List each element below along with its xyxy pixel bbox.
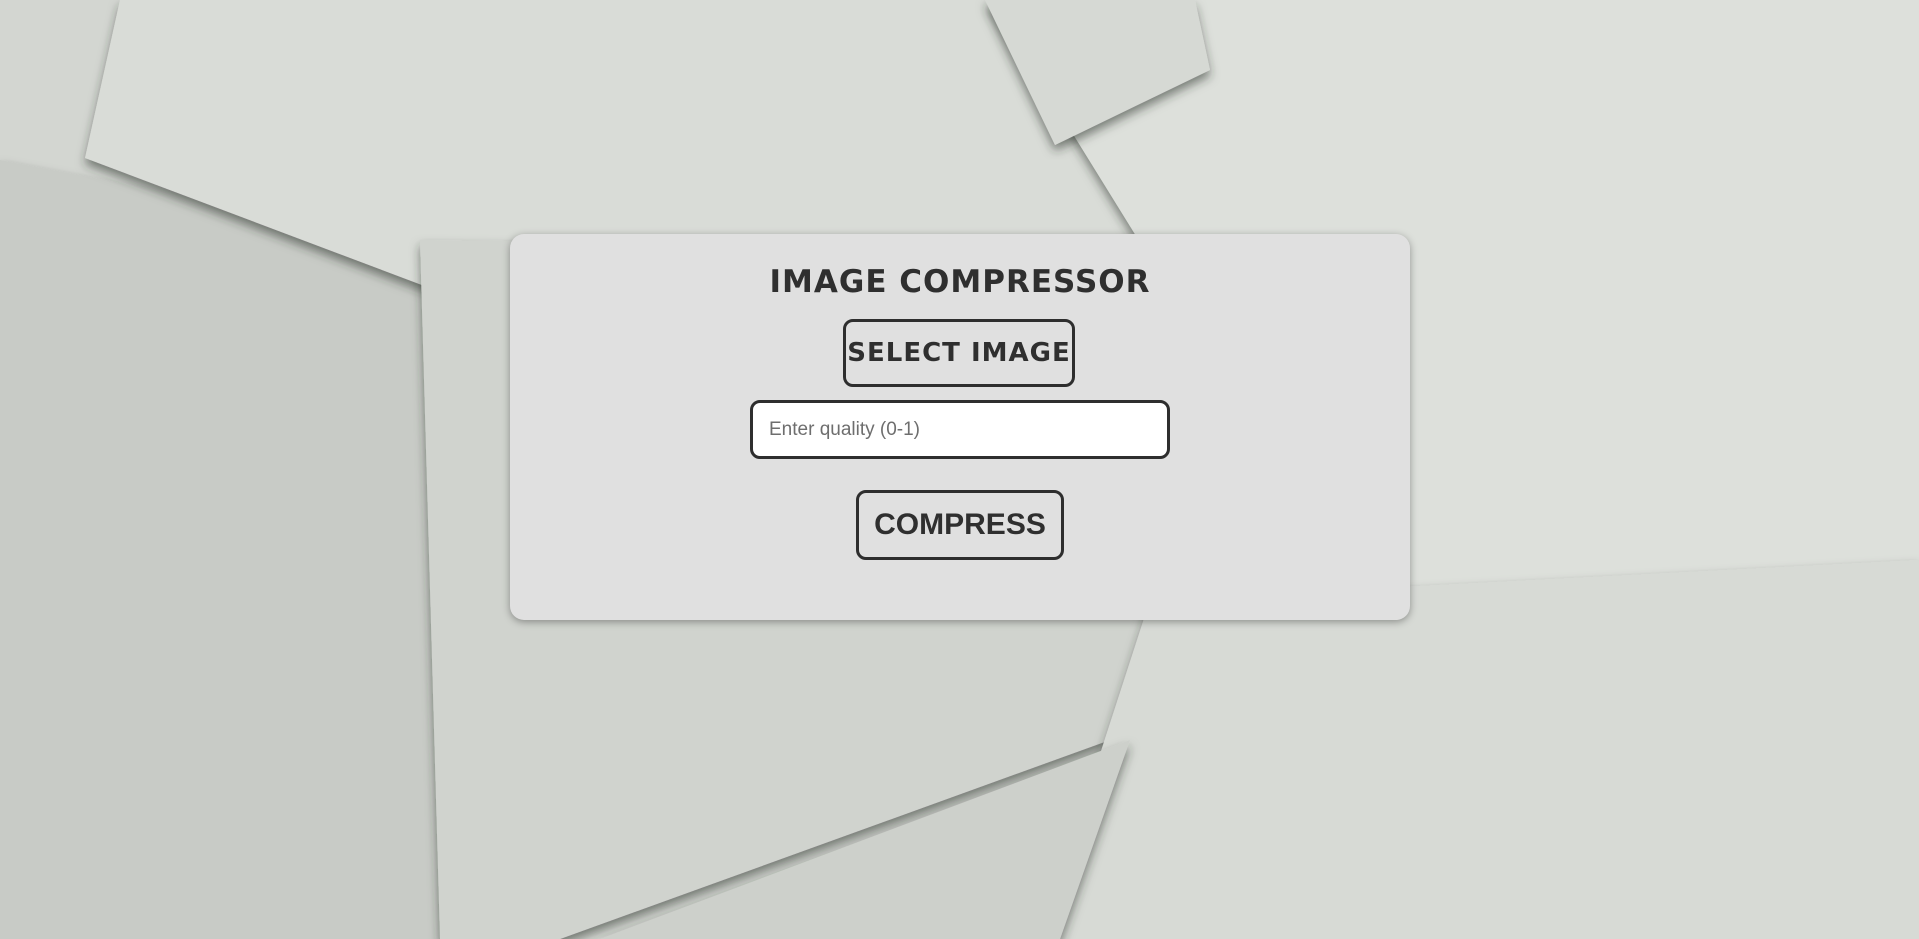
compress-label: COMPRESS: [874, 508, 1046, 541]
page-title: IMAGE COMPRESSOR: [769, 264, 1151, 300]
select-image-label: SELECT IMAGE: [847, 338, 1071, 368]
select-image-button[interactable]: SELECT IMAGE: [843, 319, 1075, 387]
page: IMAGE COMPRESSOR SELECT IMAGE COMPRESS: [0, 0, 1919, 939]
quality-input[interactable]: [750, 400, 1170, 459]
compressor-card: IMAGE COMPRESSOR SELECT IMAGE COMPRESS: [510, 234, 1410, 620]
compress-button[interactable]: COMPRESS: [856, 490, 1064, 560]
